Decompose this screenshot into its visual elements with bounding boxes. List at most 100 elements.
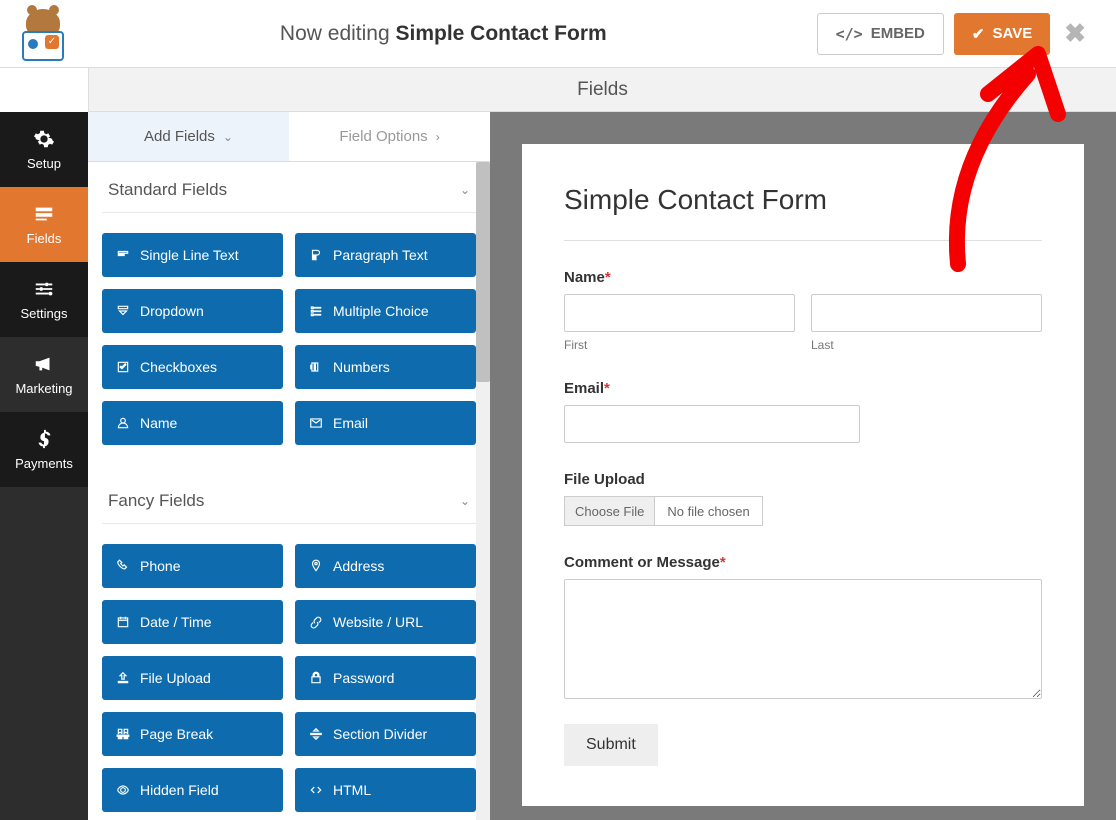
field-label: File Upload — [140, 670, 211, 686]
left-nav: Setup Fields Settings Marketing Payments — [0, 112, 88, 820]
comment-textarea[interactable] — [564, 579, 1042, 699]
nav-payments[interactable]: Payments — [0, 412, 88, 487]
field-icon — [116, 559, 130, 573]
field-numbers[interactable]: Numbers — [295, 345, 476, 389]
field-label: Website / URL — [333, 614, 423, 630]
group-title: Standard Fields — [108, 180, 227, 200]
field-icon — [116, 727, 130, 741]
check-icon: ✔ — [972, 25, 985, 43]
field-icon — [309, 304, 323, 318]
field-email[interactable]: Email — [295, 401, 476, 445]
last-name-input[interactable] — [811, 294, 1042, 332]
field-single-line-text[interactable]: Single Line Text — [102, 233, 283, 277]
embed-label: EMBED — [871, 25, 925, 42]
first-sublabel: First — [564, 338, 795, 352]
code-icon: </> — [836, 25, 863, 43]
file-input[interactable]: Choose File No file chosen — [564, 496, 763, 526]
group-title: Fancy Fields — [108, 491, 204, 511]
field-icon — [309, 615, 323, 629]
field-label: Address — [333, 558, 384, 574]
field-hidden-field[interactable]: Hidden Field — [102, 768, 283, 812]
field-html[interactable]: HTML — [295, 768, 476, 812]
fields-panel: Add Fields ⌄ Field Options › Standard Fi… — [88, 112, 490, 820]
field-label: Name — [140, 415, 177, 431]
field-icon — [309, 783, 323, 797]
chevron-down-icon: ⌄ — [460, 183, 470, 197]
field-icon — [309, 671, 323, 685]
form-name: Simple Contact Form — [395, 22, 606, 45]
editing-title: Now editing Simple Contact Form — [70, 22, 817, 46]
nav-settings[interactable]: Settings — [0, 262, 88, 337]
tab-field-options[interactable]: Field Options › — [289, 112, 490, 161]
field-label: Section Divider — [333, 726, 427, 742]
form-icon — [33, 203, 55, 225]
section-header: Fields — [88, 68, 1116, 112]
field-website-url[interactable]: Website / URL — [295, 600, 476, 644]
nav-fields[interactable]: Fields — [0, 187, 88, 262]
field-label: Numbers — [333, 359, 390, 375]
save-label: SAVE — [992, 25, 1032, 42]
field-date-time[interactable]: Date / Time — [102, 600, 283, 644]
nav-label: Settings — [21, 306, 68, 321]
last-sublabel: Last — [811, 338, 1042, 352]
field-label: Email — [333, 415, 368, 431]
editing-prefix: Now editing — [280, 22, 396, 45]
megaphone-icon — [33, 353, 55, 375]
tab-label: Add Fields — [144, 128, 215, 145]
field-icon — [116, 671, 130, 685]
sliders-icon — [33, 278, 55, 300]
top-bar: Now editing Simple Contact Form </> EMBE… — [0, 0, 1116, 68]
close-icon[interactable]: ✖ — [1050, 18, 1100, 49]
submit-button[interactable]: Submit — [564, 724, 658, 766]
nav-setup[interactable]: Setup — [0, 112, 88, 187]
field-icon — [309, 248, 323, 262]
field-section-divider[interactable]: Section Divider — [295, 712, 476, 756]
field-dropdown[interactable]: Dropdown — [102, 289, 283, 333]
group-standard-fields[interactable]: Standard Fields ⌄ — [102, 162, 476, 213]
embed-button[interactable]: </> EMBED — [817, 13, 944, 55]
no-file-text: No file chosen — [655, 504, 761, 519]
field-file-upload[interactable]: File Upload — [102, 656, 283, 700]
dollar-icon — [33, 428, 55, 450]
field-phone[interactable]: Phone — [102, 544, 283, 588]
field-label: Single Line Text — [140, 247, 239, 263]
field-icon — [116, 360, 130, 374]
email-input[interactable] — [564, 405, 860, 443]
field-multiple-choice[interactable]: Multiple Choice — [295, 289, 476, 333]
tab-label: Field Options — [339, 128, 427, 145]
form-preview: Simple Contact Form Name* First Last Ema… — [490, 112, 1116, 820]
group-fancy-fields[interactable]: Fancy Fields ⌄ — [102, 473, 476, 524]
field-paragraph-text[interactable]: Paragraph Text — [295, 233, 476, 277]
field-password[interactable]: Password — [295, 656, 476, 700]
file-upload-label: File Upload — [564, 471, 1042, 488]
field-label: Paragraph Text — [333, 247, 428, 263]
nav-label: Fields — [27, 231, 62, 246]
field-icon — [116, 783, 130, 797]
chevron-down-icon: ⌄ — [223, 130, 233, 144]
field-address[interactable]: Address — [295, 544, 476, 588]
form-title: Simple Contact Form — [564, 184, 1042, 241]
field-icon — [116, 248, 130, 262]
field-label: Hidden Field — [140, 782, 219, 798]
field-page-break[interactable]: Page Break — [102, 712, 283, 756]
nav-label: Setup — [27, 156, 61, 171]
save-button[interactable]: ✔ SAVE — [954, 13, 1050, 55]
field-name[interactable]: Name — [102, 401, 283, 445]
field-icon — [116, 615, 130, 629]
tab-add-fields[interactable]: Add Fields ⌄ — [88, 112, 289, 161]
scrollbar[interactable] — [476, 162, 490, 820]
field-label: Page Break — [140, 726, 213, 742]
choose-file-button[interactable]: Choose File — [565, 497, 655, 525]
field-label: Date / Time — [140, 614, 212, 630]
field-checkboxes[interactable]: Checkboxes — [102, 345, 283, 389]
field-icon — [116, 304, 130, 318]
nav-label: Marketing — [15, 381, 72, 396]
field-icon — [116, 416, 130, 430]
gear-icon — [33, 128, 55, 150]
nav-marketing[interactable]: Marketing — [0, 337, 88, 412]
field-label: HTML — [333, 782, 371, 798]
field-icon — [309, 416, 323, 430]
first-name-input[interactable] — [564, 294, 795, 332]
field-label: Password — [333, 670, 394, 686]
email-label: Email* — [564, 380, 1042, 397]
